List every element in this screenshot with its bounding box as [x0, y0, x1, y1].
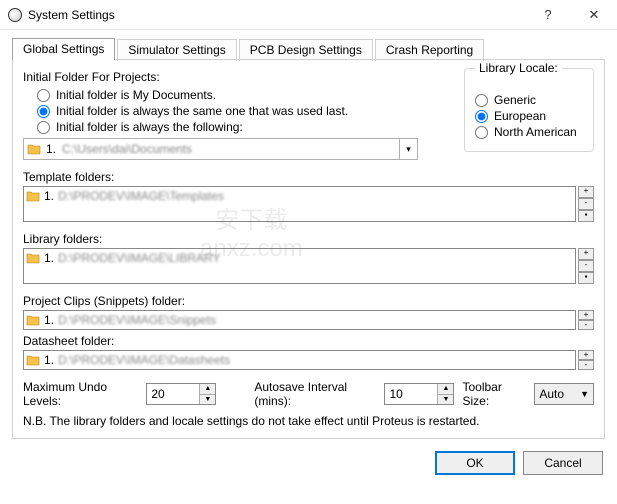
toolbar-size-select[interactable]: Auto ▼	[534, 383, 594, 405]
add-button[interactable]: +	[578, 350, 594, 360]
list-item-path: D:\PRODEV\IMAGE\Templates	[58, 189, 224, 203]
remove-button[interactable]: -	[578, 260, 594, 272]
remove-button[interactable]: -	[578, 360, 594, 370]
tab-simulator-settings[interactable]: Simulator Settings	[117, 39, 236, 61]
list-item-path: D:\PRODEV\IMAGE\Datasheets	[58, 353, 230, 367]
initial-folder-last-label: Initial folder is always the same one th…	[56, 104, 348, 118]
locale-generic-label: Generic	[494, 93, 536, 107]
list-item[interactable]: 1. D:\PRODEV\IMAGE\Datasheets	[24, 351, 575, 369]
list-item-path: D:\PRODEV\IMAGE\Snippets	[58, 313, 216, 327]
library-folders-label: Library folders:	[23, 232, 594, 246]
initial-folder-mydocs-radio[interactable]	[37, 89, 50, 102]
chevron-down-icon: ▼	[580, 389, 589, 399]
restart-note: N.B. The library folders and locale sett…	[23, 414, 594, 428]
locale-european-radio[interactable]	[475, 110, 488, 123]
template-folders-list[interactable]: 1. D:\PRODEV\IMAGE\Templates	[23, 186, 576, 222]
template-folders-controls: + - ▪	[578, 186, 594, 222]
initial-folder-following-label: Initial folder is always the following:	[56, 120, 243, 134]
locale-na-label: North American	[494, 125, 577, 139]
initial-folder-path: C:\Users\dai\Documents	[58, 139, 399, 159]
add-button[interactable]: +	[578, 248, 594, 260]
remove-button[interactable]: -	[578, 198, 594, 210]
add-button[interactable]: +	[578, 186, 594, 198]
tab-panel-global: Library Locale: Generic European North A…	[12, 59, 605, 439]
library-locale-label: Library Locale:	[475, 61, 562, 75]
undo-field[interactable]	[147, 384, 199, 404]
datasheet-folder-label: Datasheet folder:	[23, 334, 594, 348]
initial-folder-following-radio[interactable]	[37, 121, 50, 134]
list-item[interactable]: 1. D:\PRODEV\IMAGE\Snippets	[24, 311, 575, 329]
library-locale-group: Library Locale: Generic European North A…	[464, 68, 594, 152]
initial-folder-group: Initial Folder For Projects: Initial fol…	[23, 70, 418, 160]
dialog-buttons: OK Cancel	[0, 443, 617, 485]
datasheet-folder-list[interactable]: 1. D:\PRODEV\IMAGE\Datasheets	[23, 350, 576, 370]
snippets-folder-controls: + -	[578, 310, 594, 330]
help-button[interactable]: ?	[525, 0, 571, 30]
toolbar-size-label: Toolbar Size:	[462, 380, 526, 408]
more-button[interactable]: ▪	[578, 210, 594, 222]
spin-down-icon[interactable]: ▼	[438, 395, 453, 405]
titlebar: System Settings ? ✕	[0, 0, 617, 30]
locale-north-american[interactable]: North American	[475, 125, 583, 139]
folder-icon	[24, 139, 44, 159]
locale-generic[interactable]: Generic	[475, 93, 583, 107]
snippets-folder-list[interactable]: 1. D:\PRODEV\IMAGE\Snippets	[23, 310, 576, 330]
snippets-folder-label: Project Clips (Snippets) folder:	[23, 294, 594, 308]
initial-folder-mydocs[interactable]: Initial folder is My Documents.	[23, 88, 418, 102]
initial-folder-index: 1.	[44, 139, 58, 159]
tab-crash-reporting[interactable]: Crash Reporting	[375, 39, 484, 61]
list-item[interactable]: 1. D:\PRODEV\IMAGE\Templates	[24, 187, 575, 205]
locale-european[interactable]: European	[475, 109, 583, 123]
add-button[interactable]: +	[578, 310, 594, 320]
template-folders-label: Template folders:	[23, 170, 594, 184]
app-icon	[8, 8, 22, 22]
initial-folder-last[interactable]: Initial folder is always the same one th…	[23, 104, 418, 118]
dropdown-icon[interactable]: ▾	[399, 139, 417, 159]
ok-button[interactable]: OK	[435, 451, 515, 475]
autosave-field[interactable]	[385, 384, 437, 404]
spin-up-icon[interactable]: ▲	[200, 384, 215, 395]
initial-folder-picker[interactable]: 1. C:\Users\dai\Documents ▾	[23, 138, 418, 160]
locale-na-radio[interactable]	[475, 126, 488, 139]
tab-pcb-design-settings[interactable]: PCB Design Settings	[239, 39, 373, 61]
list-item-index: 1.	[44, 251, 54, 265]
autosave-input[interactable]: ▲ ▼	[384, 383, 454, 405]
undo-input[interactable]: ▲ ▼	[146, 383, 216, 405]
spin-down-icon[interactable]: ▼	[200, 395, 215, 405]
initial-folder-label: Initial Folder For Projects:	[23, 70, 418, 84]
initial-folder-mydocs-label: Initial folder is My Documents.	[56, 88, 216, 102]
undo-label: Maximum Undo Levels:	[23, 380, 138, 408]
window-title: System Settings	[28, 8, 525, 22]
list-item-index: 1.	[44, 189, 54, 203]
close-button[interactable]: ✕	[571, 0, 617, 30]
tab-bar: Global Settings Simulator Settings PCB D…	[12, 38, 605, 60]
locale-european-label: European	[494, 109, 546, 123]
spin-up-icon[interactable]: ▲	[438, 384, 453, 395]
autosave-label: Autosave Interval (mins):	[254, 380, 376, 408]
initial-folder-last-radio[interactable]	[37, 105, 50, 118]
library-folders-list[interactable]: 1. D:\PRODEV\IMAGE\LIBRARY	[23, 248, 576, 284]
datasheet-folder-controls: + -	[578, 350, 594, 370]
initial-folder-following[interactable]: Initial folder is always the following:	[23, 120, 418, 134]
toolbar-size-value: Auto	[539, 387, 564, 401]
list-item-path: D:\PRODEV\IMAGE\LIBRARY	[58, 251, 221, 265]
cancel-button[interactable]: Cancel	[523, 451, 603, 475]
more-button[interactable]: ▪	[578, 272, 594, 284]
remove-button[interactable]: -	[578, 320, 594, 330]
list-item-index: 1.	[44, 353, 54, 367]
list-item-index: 1.	[44, 313, 54, 327]
library-folders-controls: + - ▪	[578, 248, 594, 284]
tab-global-settings[interactable]: Global Settings	[12, 38, 115, 60]
locale-generic-radio[interactable]	[475, 94, 488, 107]
list-item[interactable]: 1. D:\PRODEV\IMAGE\LIBRARY	[24, 249, 575, 267]
